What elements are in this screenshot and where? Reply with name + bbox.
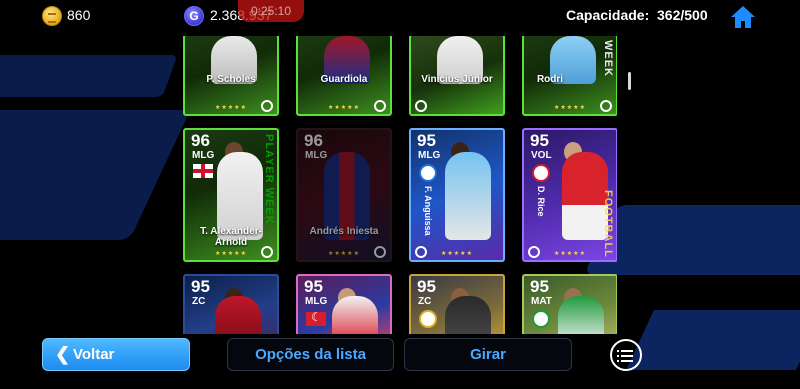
- player-position: VOL: [531, 150, 552, 161]
- efootball-logo-icon: [415, 100, 427, 112]
- player-position: MLG: [305, 150, 328, 161]
- list-menu-icon: [617, 350, 633, 352]
- player-rating: 95: [304, 277, 323, 296]
- player-name: Vinicius Júnior: [421, 74, 493, 85]
- player-name: P. Scholes: [206, 74, 256, 85]
- player-card[interactable]: Guardiola ★★★★★: [296, 36, 392, 116]
- club-badge-icon: [419, 164, 437, 182]
- list-menu-button[interactable]: [610, 339, 642, 371]
- player-card[interactable]: 95 MLG: [296, 274, 392, 334]
- scrollbar[interactable]: [628, 72, 631, 90]
- background-stripe: [0, 110, 191, 240]
- card-vertical-label: WEEK: [602, 40, 614, 77]
- efootball-logo-icon: [374, 100, 386, 112]
- player-rating: 95: [191, 277, 210, 296]
- player-image: [558, 296, 604, 334]
- back-button[interactable]: ❮ Voltar: [42, 338, 190, 371]
- list-menu-icon: [617, 355, 633, 357]
- england-flag-icon: [193, 164, 213, 178]
- player-card[interactable]: 95 MLG F. Anguissa ★★★★★: [409, 128, 505, 262]
- player-card[interactable]: 96 MLG PLAYER WEEK T. Alexander-Arnold ★…: [183, 128, 279, 262]
- player-rating: 95: [417, 131, 436, 150]
- home-icon: [731, 6, 755, 28]
- list-menu-icon: [617, 360, 633, 362]
- player-card[interactable]: 95 MAT: [522, 274, 617, 334]
- card-vertical-label: PLAYER WEEK: [263, 134, 275, 225]
- club-badge-icon: [532, 310, 550, 328]
- home-button[interactable]: [730, 4, 756, 30]
- player-position: MLG: [418, 150, 441, 161]
- player-card-grid: P. Scholes ★★★★★ Guardiola ★★★★★ Viniciu…: [183, 36, 617, 334]
- player-card[interactable]: Vinicius Júnior: [409, 36, 505, 116]
- coin-icon: [42, 6, 62, 26]
- efootball-logo-icon: [415, 246, 427, 258]
- player-image: [445, 152, 491, 240]
- top-bar: 860 G 2.368.937 0:25:10 Capacidade: 362/…: [0, 0, 800, 34]
- back-button-label: Voltar: [73, 346, 115, 363]
- player-image: [332, 296, 378, 334]
- player-rating: 95: [417, 277, 436, 296]
- efootball-logo-icon: [261, 100, 273, 112]
- player-position: ZC: [192, 296, 206, 307]
- background-stripe: [0, 55, 178, 97]
- player-rating: 95: [530, 131, 549, 150]
- player-position: MLG: [192, 150, 215, 161]
- background-stripe: [626, 310, 800, 370]
- player-position: ZC: [418, 296, 432, 307]
- coins-amount: 860: [67, 7, 91, 23]
- player-rating: 95: [530, 277, 549, 296]
- player-name: T. Alexander-Arnold: [200, 226, 262, 248]
- player-card[interactable]: 96 MLG Andrés Iniesta ★★★★★: [296, 128, 392, 262]
- chevron-left-icon: ❮: [55, 344, 71, 364]
- player-name: Andrés Iniesta: [309, 226, 379, 237]
- club-badge-icon: [419, 310, 437, 328]
- player-image: [445, 296, 491, 334]
- efootball-logo-icon: [374, 246, 386, 258]
- gp-icon: G: [184, 6, 204, 26]
- efootball-logo-icon: [600, 100, 612, 112]
- club-badge-icon: [532, 164, 550, 182]
- capacity-value: 362/500: [657, 7, 708, 23]
- player-position: MAT: [531, 296, 552, 307]
- capacity-label: Capacidade:: [566, 7, 650, 23]
- player-rating: 96: [191, 131, 210, 150]
- card-vertical-label: FOOTBALL: [602, 190, 614, 258]
- list-options-button[interactable]: Opções da lista: [227, 338, 394, 371]
- player-card[interactable]: 95 VOL FOOTBALL D. Rice ★★★★★: [522, 128, 617, 262]
- player-card[interactable]: WEEK Rodri ★★★★★: [522, 36, 617, 116]
- rotate-button[interactable]: Girar: [404, 338, 572, 371]
- player-image: [215, 296, 261, 334]
- player-name: Rodri: [536, 74, 564, 85]
- player-card[interactable]: 95 ZC: [183, 274, 279, 334]
- timer-badge: 0:25:10: [238, 0, 304, 22]
- efootball-logo-icon: [528, 246, 540, 258]
- player-card[interactable]: P. Scholes ★★★★★: [183, 36, 279, 116]
- player-position: MLG: [305, 296, 328, 307]
- player-name: Guardiola: [320, 74, 368, 85]
- player-card[interactable]: 95 ZC: [409, 274, 505, 334]
- player-rating: 96: [304, 131, 323, 150]
- player-name: D. Rice: [536, 186, 546, 217]
- player-name: F. Anguissa: [423, 186, 433, 236]
- efootball-logo-icon: [261, 246, 273, 258]
- turkey-flag-icon: [306, 310, 326, 326]
